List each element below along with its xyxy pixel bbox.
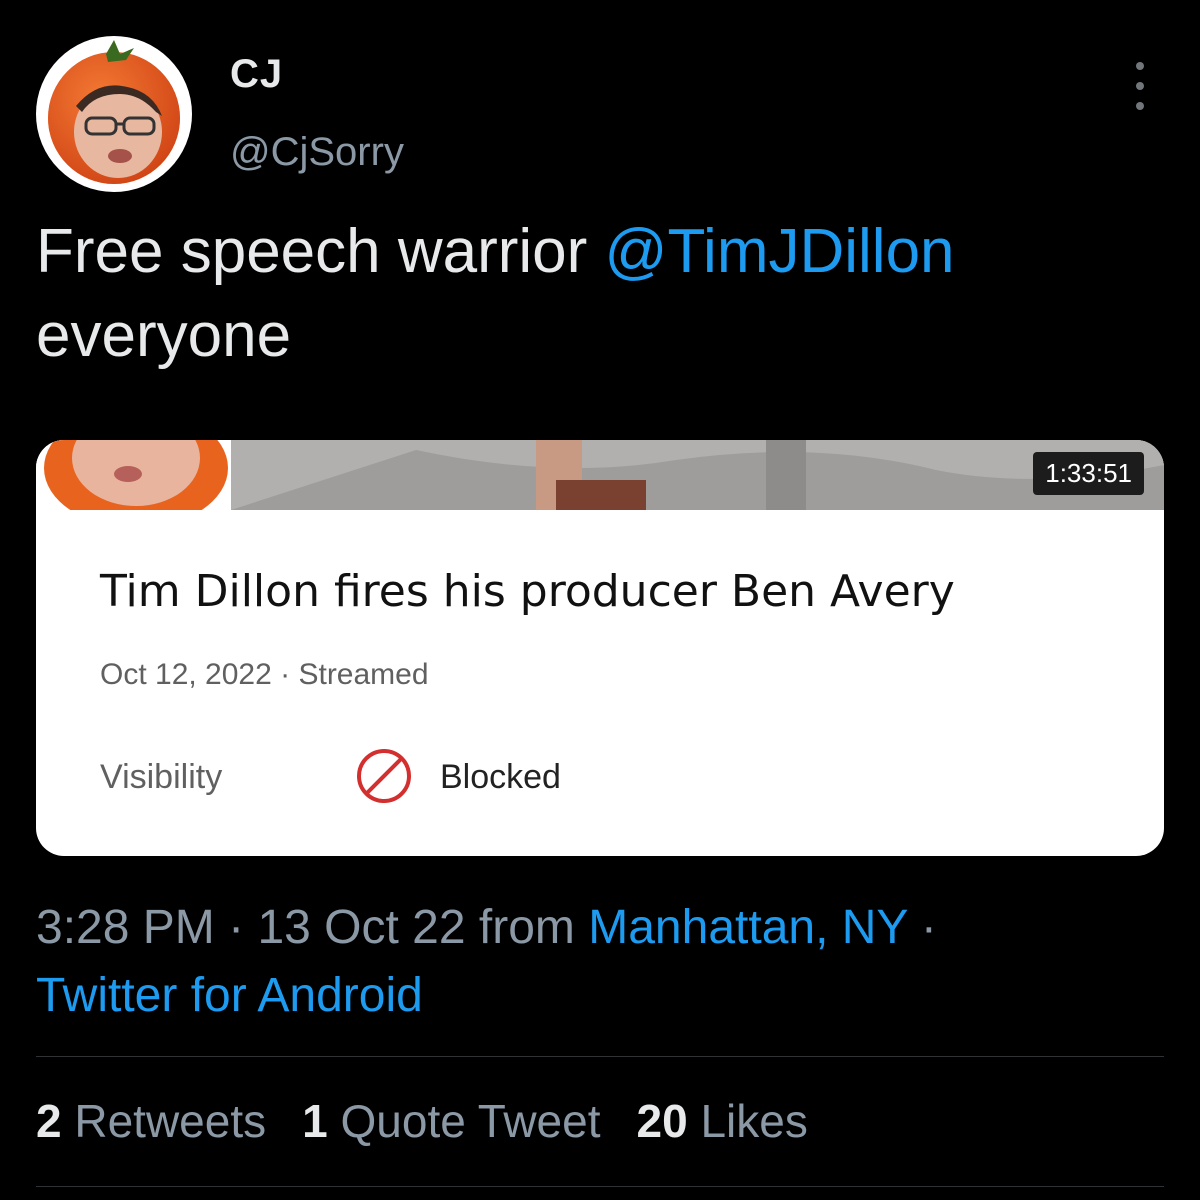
tweet-text-after: everyone (36, 301, 292, 370)
blocked-icon (357, 749, 411, 803)
tweet-date[interactable]: 13 Oct 22 (257, 901, 465, 954)
likes-label: Likes (700, 1095, 808, 1147)
likes-count: 20 (636, 1095, 688, 1147)
tomato-face-avatar-icon (48, 40, 180, 184)
tweet-time[interactable]: 3:28 PM (36, 901, 215, 954)
from-label: from (478, 901, 575, 954)
media-card[interactable]: 1:33:51 Tim Dillon fires his producer Be… (36, 440, 1164, 856)
engagement-stats: 2 Retweets 1 Quote Tweet 20 Likes (36, 1094, 808, 1148)
quotes-count: 1 (302, 1095, 328, 1147)
meta-dot: · (228, 901, 245, 954)
visibility-label: Visibility (100, 758, 223, 796)
video-title[interactable]: Tim Dillon fires his producer Ben Avery (100, 566, 955, 617)
user-handle[interactable]: @CjSorry (230, 130, 404, 175)
quotes-label: Quote Tweet (340, 1095, 601, 1147)
divider-bottom (36, 1186, 1164, 1187)
video-status: Streamed (298, 658, 429, 691)
meta-dot-2: · (920, 901, 937, 954)
quote-tweets-stat[interactable]: 1 Quote Tweet (302, 1094, 600, 1148)
display-name[interactable]: CJ (230, 52, 283, 97)
mention-link[interactable]: @TimJDillon (605, 217, 955, 286)
video-meta: Oct 12, 2022 · Streamed (100, 658, 429, 692)
visibility-value: Blocked (440, 758, 561, 796)
tweet-text-before: Free speech warrior (36, 217, 605, 286)
tweet-detail: CJ @CjSorry Free speech warrior @TimJDil… (0, 0, 1200, 1200)
tweet-text: Free speech warrior @TimJDillon everyone (36, 210, 1156, 378)
thumbnail-image-icon (36, 440, 1164, 510)
video-date: Oct 12, 2022 (100, 658, 272, 691)
retweets-count: 2 (36, 1095, 62, 1147)
tweet-meta: 3:28 PM · 13 Oct 22 from Manhattan, NY ·… (36, 894, 1156, 1030)
video-duration: 1:33:51 (1033, 452, 1144, 495)
divider (36, 1056, 1164, 1057)
meta-separator: · (271, 658, 299, 691)
likes-stat[interactable]: 20 Likes (637, 1094, 808, 1148)
more-options-icon[interactable] (1122, 62, 1158, 110)
retweets-label: Retweets (74, 1095, 267, 1147)
video-thumbnail[interactable]: 1:33:51 (36, 440, 1164, 510)
retweets-stat[interactable]: 2 Retweets (36, 1094, 266, 1148)
avatar[interactable] (36, 36, 192, 192)
location-link[interactable]: Manhattan, NY (588, 901, 907, 954)
source-link[interactable]: Twitter for Android (36, 969, 423, 1022)
